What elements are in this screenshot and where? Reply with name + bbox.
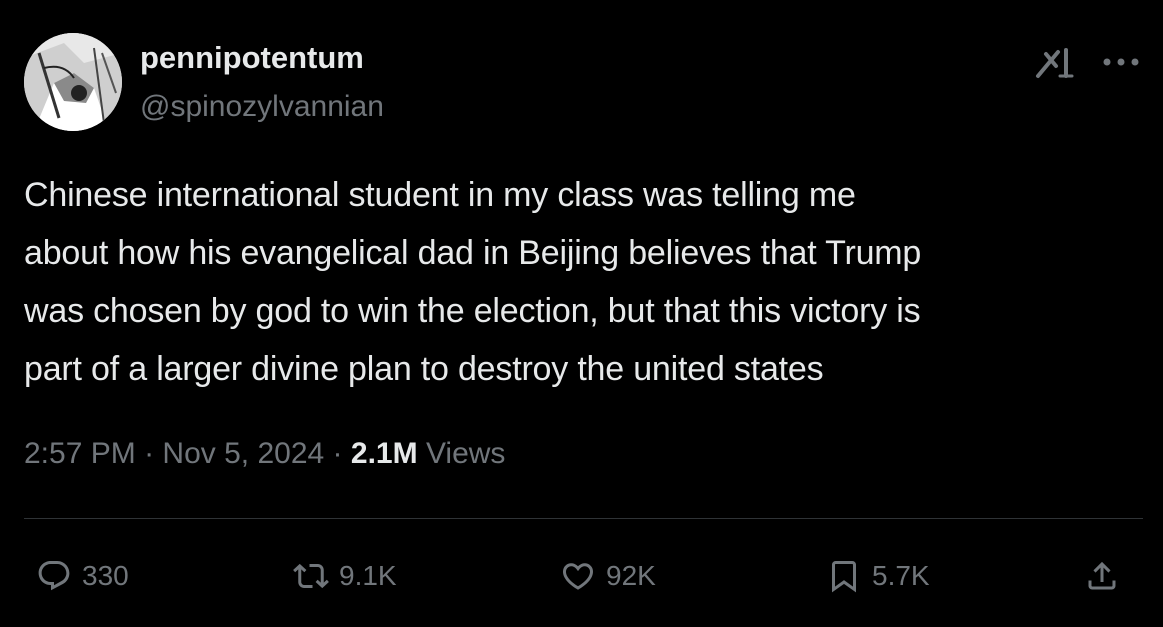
bookmark-icon: [832, 561, 856, 593]
tweet-card: pennipotentum @spinozylvannian Chinese i…: [0, 0, 1163, 627]
meta-separator: ·: [144, 437, 155, 470]
retweet-count: 9.1K: [339, 560, 397, 591]
tweet-line: Chinese international student in my clas…: [24, 176, 856, 214]
like-count: 92K: [606, 560, 656, 591]
heart-icon: [562, 563, 594, 590]
divider: [24, 518, 1143, 519]
retweet-icon: [293, 563, 329, 589]
reply-count: 330: [82, 560, 129, 591]
display-name[interactable]: pennipotentum: [140, 40, 364, 76]
views-count: 2.1M: [350, 437, 418, 470]
user-handle[interactable]: @spinozylvannian: [140, 90, 384, 124]
tweet-line: part of a larger divine plan to destroy …: [24, 350, 824, 388]
tweet-date[interactable]: Nov 5, 2024: [162, 437, 324, 470]
tweet-time[interactable]: 2:57 PM: [24, 437, 136, 470]
reply-button[interactable]: 330: [36, 556, 129, 596]
tweet-text: Chinese international student in my clas…: [24, 166, 1149, 398]
bookmark-button[interactable]: 5.7K: [826, 556, 930, 596]
tweet-meta: 2:57 PM · Nov 5, 2024 · 2.1M Views: [24, 437, 505, 471]
views-label: Views: [425, 437, 506, 470]
tweet-line: was chosen by god to win the election, b…: [24, 292, 921, 330]
bookmark-count: 5.7K: [872, 560, 930, 591]
meta-separator: ·: [332, 437, 343, 470]
reply-icon: [38, 561, 70, 591]
avatar[interactable]: [24, 33, 122, 131]
tweet-line: about how his evangelical dad in Beijing…: [24, 234, 922, 272]
share-button[interactable]: [1084, 556, 1120, 596]
more-icon[interactable]: [1100, 55, 1142, 69]
avatar-image: [24, 33, 122, 131]
grok-icon[interactable]: [1034, 46, 1078, 80]
retweet-button[interactable]: 9.1K: [293, 556, 397, 596]
share-icon: [1088, 561, 1116, 590]
like-button[interactable]: 92K: [560, 556, 656, 596]
